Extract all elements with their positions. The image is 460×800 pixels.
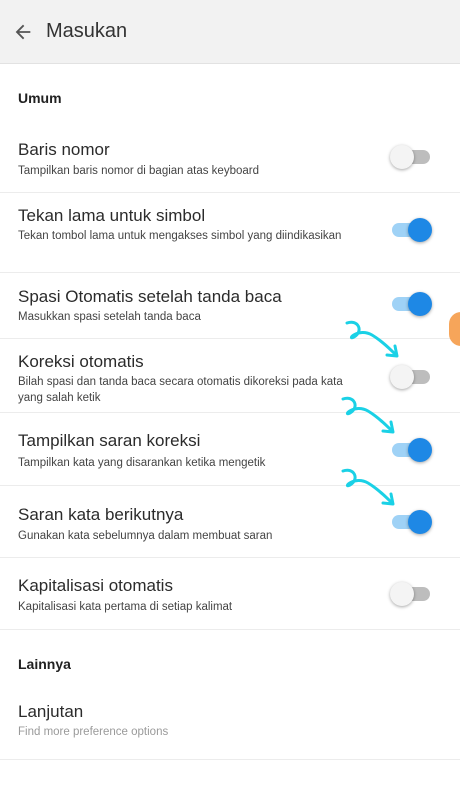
setting-title: Kapitalisasi otomatis — [18, 576, 173, 595]
section-header-lainnya: Lainnya — [18, 656, 71, 672]
setting-title: Tekan lama untuk simbol — [18, 206, 206, 225]
section-header-umum: Umum — [18, 90, 62, 106]
annotation-arrow-icon — [341, 396, 395, 434]
setting-subtitle: Tekan tombol lama untuk mengakses simbol… — [18, 230, 342, 242]
setting-subtitle: Kapitalisasi kata pertama di setiap kali… — [18, 601, 233, 613]
setting-row-kapitalisasi[interactable]: Kapitalisasi otomatis Kapitalisasi kata … — [0, 558, 460, 630]
setting-subtitle: Masukkan spasi setelah tanda baca — [18, 311, 201, 323]
setting-subtitle: Gunakan kata sebelumnya dalam membuat sa… — [18, 530, 273, 542]
setting-subtitle: Tampilkan kata yang disarankan ketika me… — [18, 457, 266, 469]
setting-title: Spasi Otomatis setelah tanda baca — [18, 287, 282, 306]
setting-subtitle: Tampilkan baris nomor di bagian atas key… — [18, 165, 259, 177]
back-button[interactable] — [0, 0, 46, 64]
setting-row-baris-nomor[interactable]: Baris nomor Tampilkan baris nomor di bag… — [0, 118, 460, 193]
app-bar: Masukan — [0, 0, 460, 64]
setting-title: Saran kata berikutnya — [18, 505, 184, 524]
setting-title: Lanjutan — [18, 702, 84, 721]
setting-row-lanjutan[interactable]: Lanjutan Find more preference options — [0, 686, 460, 760]
setting-subtitle: Find more preference options — [18, 726, 169, 738]
toggle-switch[interactable] — [390, 217, 432, 242]
page-title: Masukan — [46, 20, 128, 42]
setting-title: Baris nomor — [18, 140, 110, 159]
floating-bubble[interactable] — [449, 312, 460, 346]
arrow-left-icon — [15, 24, 31, 39]
toggle-switch[interactable] — [390, 581, 430, 606]
annotation-arrow-icon — [341, 468, 395, 506]
toggle-switch[interactable] — [390, 144, 430, 169]
toggle-switch[interactable] — [390, 364, 430, 389]
setting-title: Koreksi otomatis — [18, 352, 144, 371]
toggle-switch[interactable] — [390, 291, 432, 316]
setting-subtitle: Bilah spasi dan tanda baca secara otomat… — [18, 376, 343, 404]
annotation-arrow-icon — [345, 320, 399, 358]
setting-row-tekan-lama[interactable]: Tekan lama untuk simbol Tekan tombol lam… — [0, 193, 460, 273]
setting-title: Tampilkan saran koreksi — [18, 431, 201, 450]
